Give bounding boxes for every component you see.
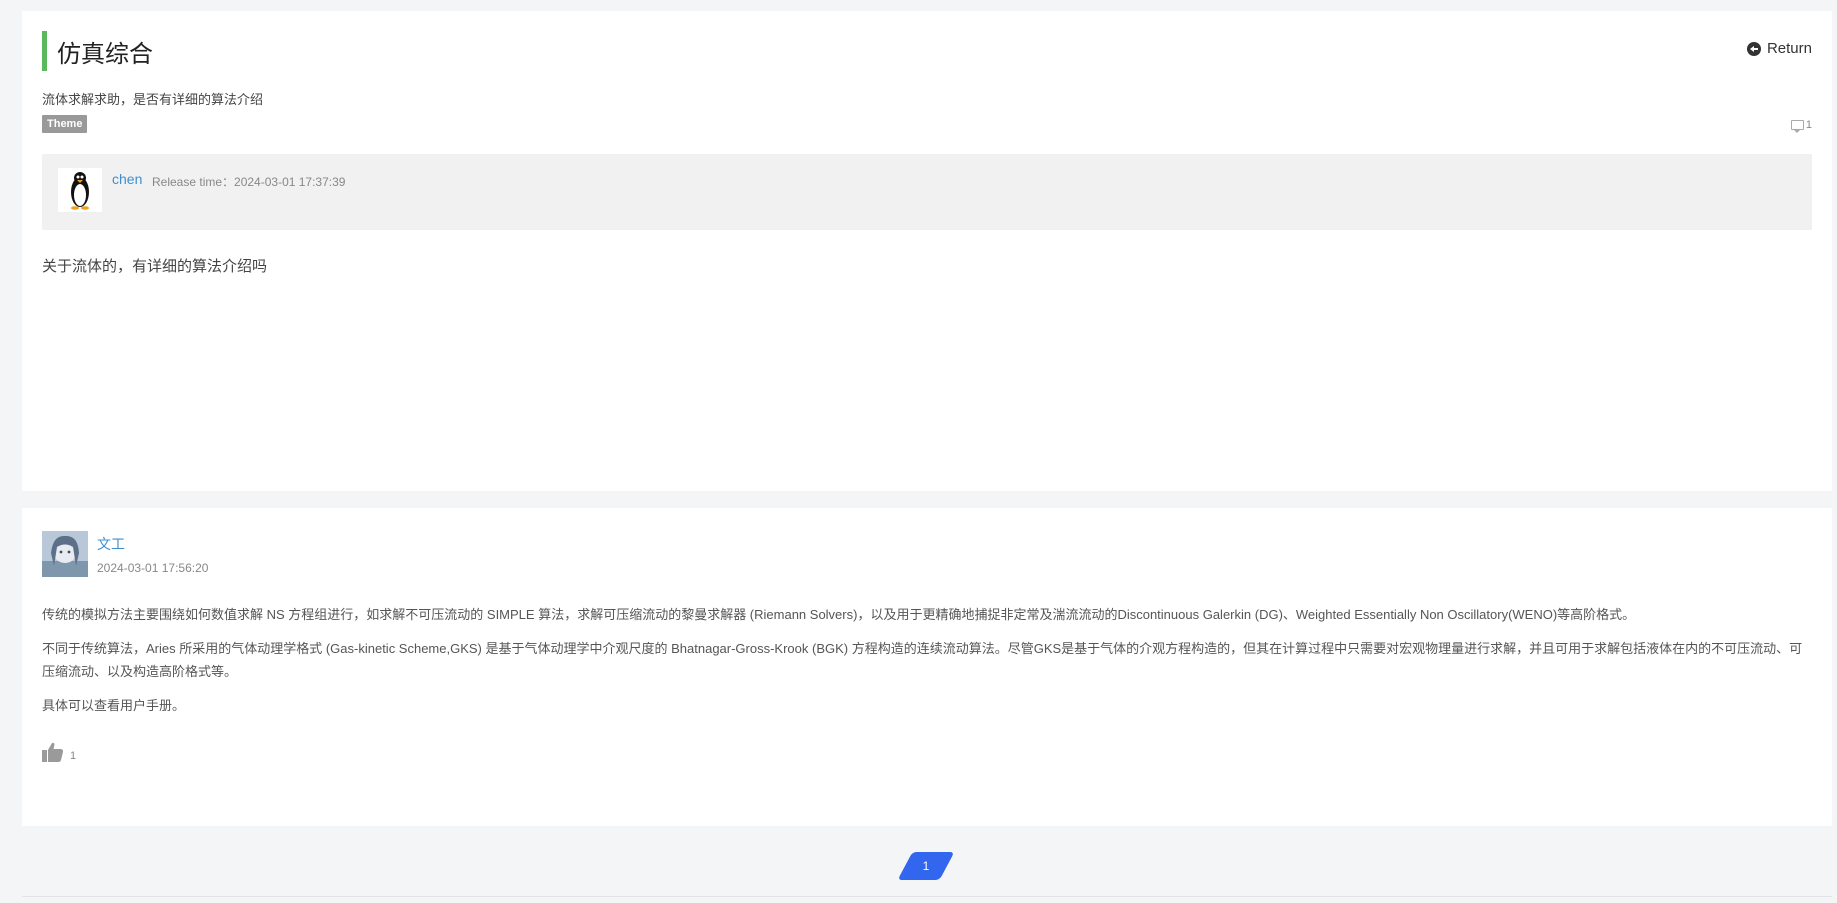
reply-author-name[interactable]: 文工 — [97, 534, 125, 554]
return-label: Return — [1766, 40, 1812, 57]
author-info: chen Release time：2024-03-01 17:37:39 — [42, 154, 1812, 230]
author-avatar[interactable] — [58, 168, 102, 212]
release-time: Release time：2024-03-01 17:37:39 — [152, 175, 346, 189]
footer-divider — [22, 896, 1832, 903]
comment-count[interactable]: 1 — [1790, 119, 1812, 133]
reply-time: 2024-03-01 17:56:20 — [97, 561, 209, 575]
penguin-avatar-icon — [71, 172, 89, 210]
post-card: 仿真综合 Return 流体求解求助，是否有详细的算法介绍 Theme 1 ch… — [22, 11, 1832, 491]
comment-icon — [1790, 120, 1804, 133]
like-count: 1 — [70, 750, 77, 762]
post-body: 关于流体的，有详细的算法介绍吗 — [42, 258, 268, 275]
reply-paragraph: 传统的模拟方法主要围绕如何数值求解 NS 方程组进行，如求解不可压流动的 SIM… — [42, 607, 1636, 622]
page-button-current[interactable]: 1 — [897, 852, 955, 880]
reply-card: 文工 2024-03-01 17:56:20 传统的模拟方法主要围绕如何数值求解… — [22, 508, 1832, 826]
user-avatar-icon — [42, 531, 88, 577]
reply-paragraph: 不同于传统算法，Aries 所采用的气体动理学格式 (Gas-kinetic S… — [42, 641, 1803, 679]
page-number: 1 — [922, 859, 930, 873]
author-name[interactable]: chen — [112, 171, 142, 187]
reply-paragraph: 具体可以查看用户手册。 — [42, 698, 186, 713]
return-icon — [1746, 41, 1761, 56]
post-subtitle: 流体求解求助，是否有详细的算法介绍 — [42, 92, 264, 107]
page-title: 仿真综合 — [57, 40, 153, 68]
thumbs-up-icon — [42, 742, 64, 762]
reply-avatar[interactable] — [42, 531, 88, 577]
title-bar: 仿真综合 — [42, 31, 153, 71]
return-button[interactable]: Return — [1746, 40, 1812, 57]
comment-count-value: 1 — [1805, 119, 1812, 131]
theme-tag: Theme — [42, 115, 88, 133]
like-button[interactable]: 1 — [42, 742, 76, 762]
